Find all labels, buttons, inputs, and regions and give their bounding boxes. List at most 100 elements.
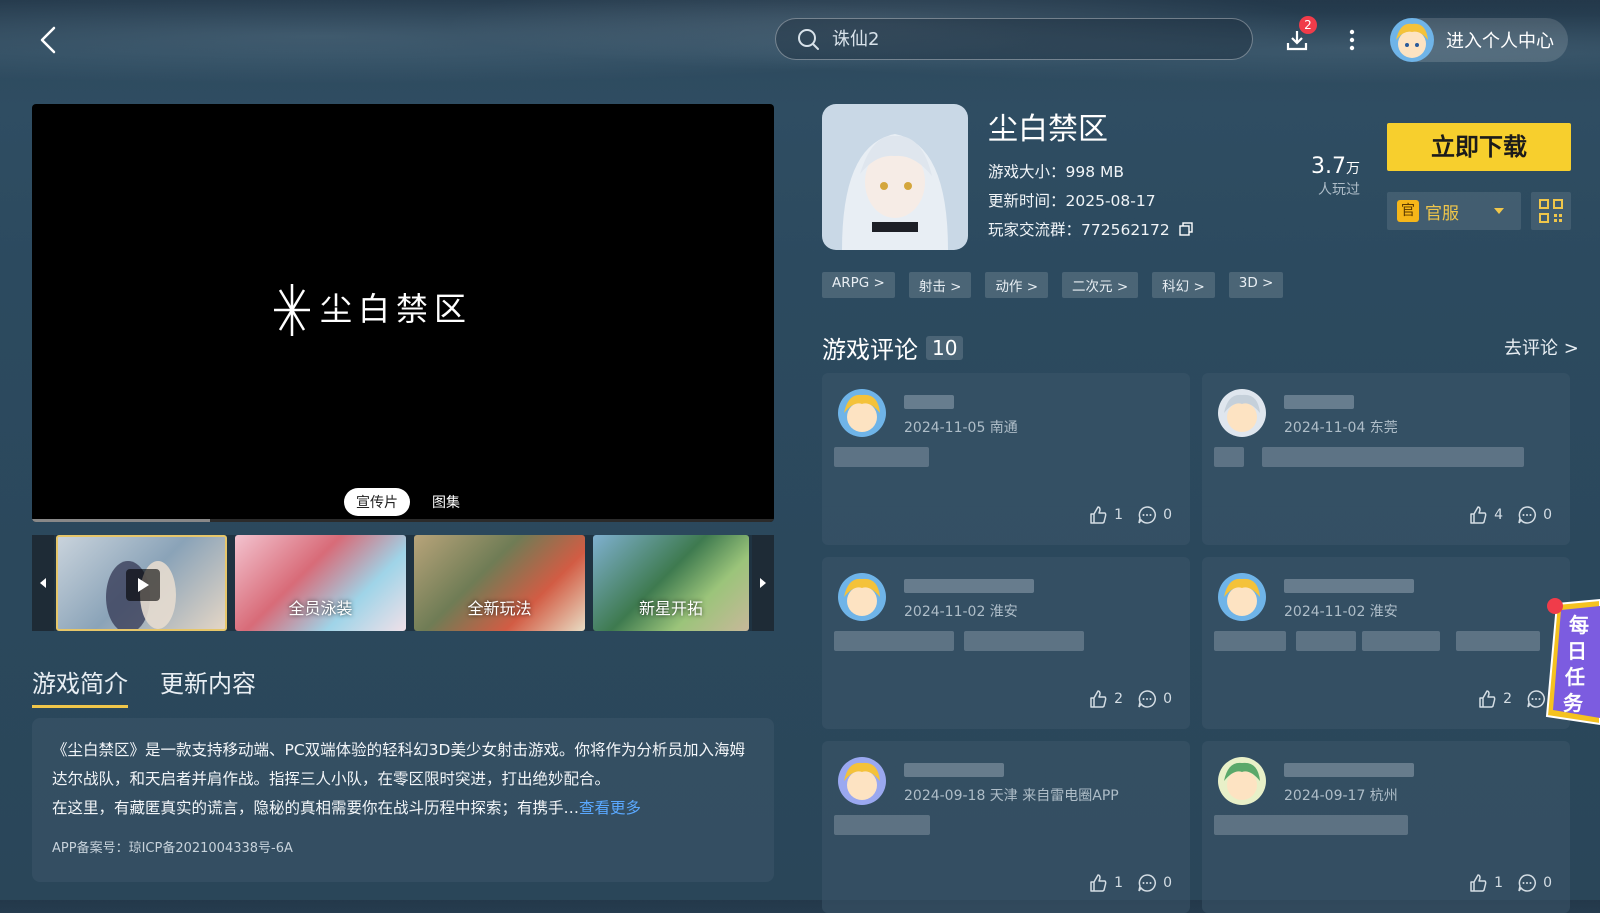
thumbs-up-icon <box>1090 874 1107 892</box>
update-time: 更新时间：2025-08-17 <box>988 189 1156 211</box>
comment-button[interactable]: 0 <box>1517 505 1552 525</box>
review-text-blurred <box>964 631 1084 651</box>
comment-icon <box>1138 690 1156 708</box>
like-count: 1 <box>1494 875 1504 891</box>
update-time-value: 2025-08-17 <box>1065 192 1156 210</box>
tag-scifi[interactable]: 科幻 > <box>1152 272 1215 298</box>
review-text-blurred <box>1456 631 1540 651</box>
reviews-title: 游戏评论 <box>822 336 918 364</box>
download-now-button[interactable]: 立即下载 <box>1387 123 1571 171</box>
like-button[interactable]: 4 <box>1468 505 1503 525</box>
like-button[interactable]: 1 <box>1088 505 1123 525</box>
read-more-link[interactable]: 查看更多 <box>579 799 641 817</box>
review-stats: 1 0 <box>1088 873 1172 893</box>
section-tabs: 游戏简介 更新内容 <box>32 664 256 708</box>
tag-shooter[interactable]: 射击 > <box>908 272 972 298</box>
comment-count: 0 <box>1543 507 1552 523</box>
comment-button[interactable]: 0 <box>1517 873 1552 893</box>
download-manager-button[interactable]: 2 <box>1283 16 1317 54</box>
thumbnail-strip: 全员泳装 全新玩法 新星开拓 <box>32 535 774 631</box>
comment-button[interactable]: 0 <box>1137 689 1172 709</box>
update-time-label: 更新时间： <box>988 192 1066 210</box>
tag-arpg[interactable]: ARPG > <box>822 272 895 298</box>
download-count-badge: 2 <box>1299 16 1317 34</box>
daily-task-char: 任 <box>1564 665 1585 689</box>
reviewer-avatar[interactable] <box>1218 389 1266 437</box>
review-card[interactable]: 2024-11-05 南通 1 0 <box>822 373 1190 545</box>
thumbs-up-icon <box>1470 506 1487 524</box>
review-meta: 2024-11-05 南通 <box>904 420 1018 436</box>
profile-center-button[interactable]: 进入个人中心 <box>1390 18 1568 62</box>
game-icon <box>822 104 968 250</box>
video-progress-bar[interactable] <box>32 519 774 522</box>
reviewer-avatar[interactable] <box>1218 757 1266 805</box>
thumbnail-image[interactable]: 全员泳装 <box>235 535 406 631</box>
review-card[interactable]: 2024-11-02 淮安 2 <box>1202 557 1570 729</box>
comment-icon <box>1518 874 1536 892</box>
reviewer-avatar[interactable] <box>1218 573 1266 621</box>
review-text-blurred <box>1262 447 1524 467</box>
review-card[interactable]: 2024-11-04 东莞 4 0 <box>1202 373 1570 545</box>
review-card[interactable]: 2024-09-17 杭州 1 0 <box>1202 741 1570 913</box>
review-card[interactable]: 2024-09-18 天津 来自雷电圈APP 1 0 <box>822 741 1190 913</box>
thumbnail-video[interactable] <box>56 535 227 631</box>
back-button[interactable] <box>32 22 64 58</box>
search-input[interactable] <box>830 27 1234 51</box>
play-icon <box>126 569 160 601</box>
game-size-value: 998 MB <box>1065 163 1125 181</box>
like-count: 2 <box>1503 691 1512 707</box>
video-tab-group: 宣传片 图集 <box>344 488 472 516</box>
qr-code-button[interactable] <box>1531 192 1571 230</box>
review-text-blurred <box>834 631 954 651</box>
svg-text:尘白禁区: 尘白禁区 <box>320 290 472 328</box>
game-title: 尘白禁区 <box>988 112 1108 147</box>
daily-task-char: 日 <box>1567 639 1587 663</box>
like-button[interactable]: 1 <box>1468 873 1503 893</box>
search-icon <box>798 29 819 50</box>
tab-game-intro[interactable]: 游戏简介 <box>32 664 128 708</box>
reviewer-name-blurred <box>1284 763 1414 777</box>
thumbnail-image[interactable]: 新星开拓 <box>593 535 749 631</box>
review-stats: 2 0 <box>1088 689 1172 709</box>
more-options-button[interactable] <box>1342 26 1362 54</box>
copy-icon[interactable] <box>1179 222 1193 236</box>
server-select[interactable]: 官 官服 <box>1387 192 1521 230</box>
write-review-link[interactable]: 去评论 > <box>1504 334 1579 360</box>
tag-anime[interactable]: 二次元 > <box>1062 272 1139 298</box>
thumbs-up-icon <box>1090 506 1107 524</box>
review-text-blurred <box>1362 631 1440 651</box>
comment-count: 0 <box>1163 507 1172 523</box>
search-bar[interactable] <box>775 18 1253 60</box>
review-stats: 4 0 <box>1468 505 1552 525</box>
thumbnail-image[interactable]: 全新玩法 <box>414 535 585 631</box>
review-card[interactable]: 2024-11-02 淮安 2 0 <box>822 557 1190 729</box>
tag-3d[interactable]: 3D > <box>1228 272 1284 298</box>
like-count: 4 <box>1494 507 1504 523</box>
comment-button[interactable]: 0 <box>1137 873 1172 893</box>
tag-action[interactable]: 动作 > <box>985 272 1049 298</box>
official-server-icon: 官 <box>1397 200 1419 222</box>
thumbnail-caption: 新星开拓 <box>638 599 703 618</box>
review-stats: 2 <box>1477 689 1552 709</box>
video-player[interactable]: 尘白禁区 宣传片 图集 <box>32 104 774 522</box>
tab-gallery[interactable]: 图集 <box>420 488 472 516</box>
like-button[interactable]: 2 <box>1477 689 1512 709</box>
tab-trailer[interactable]: 宣传片 <box>344 488 410 516</box>
like-button[interactable]: 1 <box>1088 873 1123 893</box>
reviewer-avatar[interactable] <box>838 573 886 621</box>
play-count-unit: 万 <box>1346 161 1360 177</box>
player-group: 玩家交流群：772562172 <box>988 218 1193 240</box>
thumbs-up-icon <box>1090 690 1107 708</box>
tab-update-content[interactable]: 更新内容 <box>160 664 256 708</box>
comment-button[interactable]: 0 <box>1137 505 1172 525</box>
like-button[interactable]: 2 <box>1088 689 1123 709</box>
daily-task-widget[interactable]: 每 日 任 务 <box>1543 598 1600 726</box>
reviewer-avatar[interactable] <box>838 389 886 437</box>
like-count: 1 <box>1114 507 1124 523</box>
thumbnail-prev-button[interactable] <box>32 535 54 631</box>
thumbnail-next-button[interactable] <box>752 535 774 631</box>
daily-task-char: 务 <box>1563 691 1584 715</box>
reviewer-avatar[interactable] <box>838 757 886 805</box>
reviewer-name-blurred <box>1284 395 1354 409</box>
user-avatar <box>1390 18 1434 62</box>
